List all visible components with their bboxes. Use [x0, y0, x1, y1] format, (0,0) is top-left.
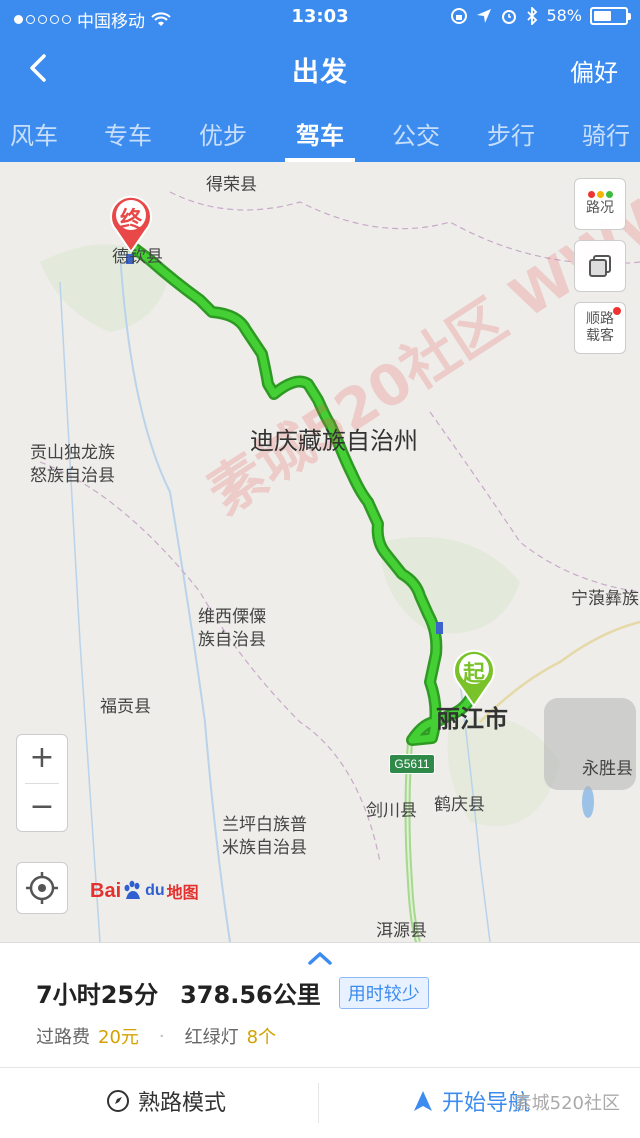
- preferences-button[interactable]: 偏好: [570, 53, 618, 88]
- map-view[interactable]: 素城520社区 WWW.SC520.CN 得荣县 德钦县 迪庆藏族自治州 贡山独…: [0, 162, 640, 942]
- nav-bar: 出发 偏好: [0, 36, 640, 102]
- end-pin[interactable]: 终: [108, 194, 154, 254]
- start-pin[interactable]: 起: [451, 648, 497, 708]
- traffic-light-icon: [587, 191, 613, 198]
- battery-level: [594, 10, 612, 21]
- alarm-icon: [502, 9, 517, 24]
- zoom-in-button[interactable]: +: [17, 735, 67, 783]
- end-pin-label: 终: [119, 208, 142, 233]
- tab-bike[interactable]: 骑行: [558, 116, 640, 151]
- tab-hitch[interactable]: 风车: [0, 116, 82, 151]
- layers-icon: [589, 255, 611, 277]
- app-header: 中国移动 13:03 58% 出发 偏好 风车 专车 优步 驾车 公交 步行 骑…: [0, 0, 640, 162]
- notification-dot: [613, 307, 621, 315]
- baidu-paw-icon: [124, 880, 141, 899]
- carpool-label-1: 顺路: [586, 311, 614, 327]
- familiar-mode-button[interactable]: 熟路模式: [106, 1085, 226, 1117]
- map-label-derong: 得荣县: [206, 175, 257, 195]
- traffic-label: 路况: [586, 200, 614, 216]
- logo-bai: Bai: [90, 879, 122, 902]
- corner-watermark: 素城520社区: [513, 1093, 620, 1114]
- compass-icon: [107, 1090, 129, 1112]
- tab-uber[interactable]: 优步: [175, 116, 271, 151]
- toll-label: 过路费: [36, 1027, 90, 1048]
- layers-button[interactable]: [574, 240, 626, 292]
- road-shield-g5611: G5611: [389, 754, 435, 774]
- status-bar: 中国移动 13:03 58%: [0, 0, 640, 34]
- map-base: [39, 191, 640, 942]
- rotation-lock-icon: [451, 7, 468, 24]
- tab-private-car[interactable]: 专车: [80, 116, 176, 151]
- map-label-jianchuan: 剑川县: [366, 801, 417, 821]
- zoom-control: + −: [16, 734, 68, 832]
- map-label-weixi-2: 族自治县: [198, 630, 266, 650]
- battery-icon: [590, 6, 631, 25]
- map-label-lijiang: 丽江市: [436, 705, 508, 733]
- map-label-diqing: 迪庆藏族自治州: [250, 427, 418, 455]
- tab-transit[interactable]: 公交: [368, 116, 464, 151]
- map-label-ninglang: 宁蒗彝族: [571, 589, 639, 609]
- map-label-lanping-2: 米族自治县: [222, 838, 307, 858]
- baidu-map-logo: Bai du 地图: [90, 879, 199, 903]
- map-label-heqing: 鹤庆县: [434, 795, 485, 815]
- detail-separator: ·: [158, 1025, 165, 1047]
- bluetooth-icon: [527, 6, 538, 25]
- carpool-label-2: 载客: [586, 328, 614, 344]
- start-pin-label: 起: [462, 662, 485, 687]
- route-details: 过路费 20元 · 红绿灯 8个: [36, 1023, 276, 1049]
- map-label-yongsheng: 永胜县: [582, 759, 633, 779]
- map-label-fugong: 福贡县: [100, 697, 151, 717]
- locate-button[interactable]: [16, 862, 68, 914]
- start-navigation-button[interactable]: 开始导航: [412, 1085, 530, 1117]
- logo-map: 地图: [166, 885, 199, 902]
- locate-icon: [26, 872, 58, 904]
- navigation-arrow-icon: [414, 1091, 432, 1111]
- traffic-lights-label: 红绿灯: [184, 1027, 239, 1048]
- panel-divider: [0, 1067, 640, 1068]
- fastest-badge: 用时较少: [338, 976, 429, 1009]
- page-title: 出发: [292, 57, 348, 88]
- map-label-gongshan-2: 怒族自治县: [30, 466, 115, 486]
- map-label-weixi-1: 维西傈僳: [198, 607, 266, 627]
- route-summary: 7小时25分 378.56公里 用时较少: [36, 975, 429, 1010]
- status-right: 58%: [450, 6, 631, 25]
- tab-walk[interactable]: 步行: [463, 116, 559, 151]
- location-arrow-icon: [477, 8, 492, 23]
- tab-drive[interactable]: 驾车: [272, 116, 368, 151]
- familiar-mode-label: 熟路模式: [138, 1091, 227, 1116]
- zoom-out-button[interactable]: −: [17, 784, 67, 832]
- route-panel[interactable]: 7小时25分 378.56公里 用时较少 过路费 20元 · 红绿灯 8个 熟路…: [0, 942, 640, 1138]
- transport-tabs: 风车 专车 优步 驾车 公交 步行 骑行: [0, 102, 640, 162]
- traffic-button[interactable]: 路况: [574, 178, 626, 230]
- toll-value: 20元: [98, 1027, 139, 1048]
- map-label-gongshan-1: 贡山独龙族: [30, 443, 115, 463]
- button-divider: [318, 1083, 319, 1123]
- route-duration: 7小时25分: [36, 981, 159, 1009]
- route-distance: 378.56公里: [180, 981, 321, 1009]
- carpool-button[interactable]: 顺路 载客: [574, 302, 626, 354]
- map-label-eryuan: 洱源县: [376, 921, 427, 941]
- chevron-up-icon[interactable]: [305, 949, 335, 967]
- logo-du: du: [145, 882, 165, 899]
- map-label-lanping-1: 兰坪白族普: [222, 815, 307, 835]
- traffic-lights-value: 8个: [246, 1027, 277, 1048]
- battery-percent: 58%: [546, 6, 582, 25]
